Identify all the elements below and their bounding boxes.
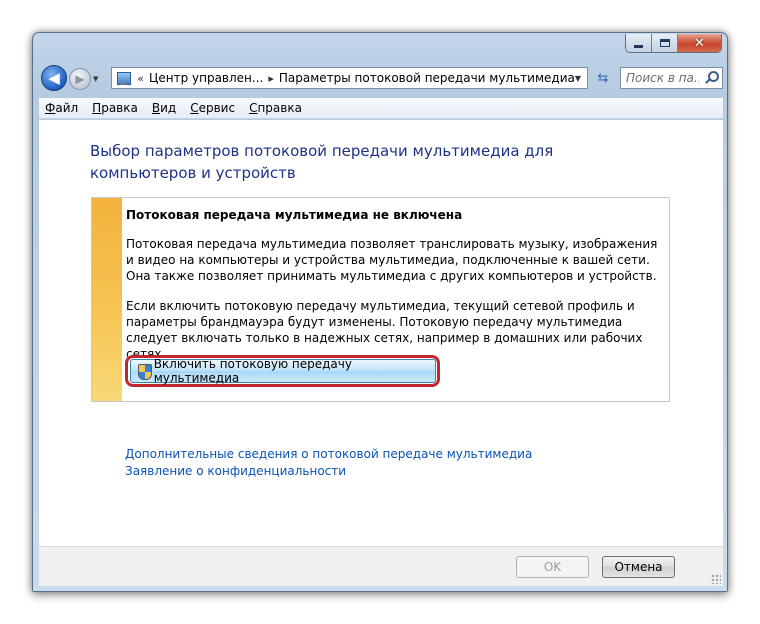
address-dropdown-icon[interactable]: ▼ bbox=[575, 74, 581, 83]
maximize-button[interactable] bbox=[652, 34, 678, 52]
breadcrumb-overflow-icon[interactable]: « bbox=[137, 72, 144, 85]
address-bar[interactable]: « Центр управлен... ▸ Параметры потоково… bbox=[111, 67, 588, 89]
caption-buttons: ✕ bbox=[625, 34, 722, 53]
control-panel-window: ✕ ◀ ▶ ▼ « Центр управлен... ▸ Параметры … bbox=[32, 32, 728, 592]
menu-file[interactable]: Файл bbox=[39, 101, 84, 115]
close-icon: ✕ bbox=[694, 35, 705, 51]
back-button[interactable]: ◀ bbox=[41, 65, 67, 91]
infobox-warning: Если включить потоковую передачу мультим… bbox=[126, 299, 643, 361]
maximize-icon bbox=[659, 39, 670, 47]
forward-button[interactable]: ▶ bbox=[69, 68, 91, 90]
menu-tools[interactable]: Сервис bbox=[184, 101, 241, 115]
forward-arrow-icon: ▶ bbox=[75, 72, 85, 86]
menu-help[interactable]: Справка bbox=[243, 101, 308, 115]
navigation-bar: ◀ ▶ ▼ « Центр управлен... ▸ Параметры по… bbox=[39, 63, 723, 93]
breadcrumb-separator-icon[interactable]: ▸ bbox=[268, 72, 274, 85]
cancel-button[interactable]: Отмена bbox=[602, 556, 675, 578]
resize-grip[interactable] bbox=[711, 574, 721, 584]
more-info-link[interactable]: Дополнительные сведения о потоковой пере… bbox=[125, 446, 532, 463]
infobox-heading: Потоковая передача мультимедиа не включе… bbox=[126, 208, 463, 222]
page-title: Выбор параметров потоковой передачи муль… bbox=[90, 142, 554, 182]
search-input[interactable]: Поиск в па... bbox=[620, 67, 723, 89]
infobox-description: Потоковая передача мультимедиа позволяет… bbox=[126, 237, 658, 283]
refresh-icon: ⇆ bbox=[597, 70, 609, 86]
content-area: Выбор параметров потоковой передачи муль… bbox=[39, 120, 723, 546]
help-links: Дополнительные сведения о потоковой пере… bbox=[125, 446, 532, 480]
back-arrow-icon: ◀ bbox=[48, 69, 60, 87]
menu-bar: Файл Правка Вид Сервис Справка bbox=[39, 98, 723, 119]
minimize-icon bbox=[634, 44, 643, 48]
control-panel-icon bbox=[115, 70, 132, 86]
menu-view[interactable]: Вид bbox=[146, 101, 182, 115]
infobox-body: Потоковая передача мультимедиа не включе… bbox=[126, 198, 661, 362]
privacy-statement-link[interactable]: Заявление о конфиденциальности bbox=[125, 463, 532, 480]
close-button[interactable]: ✕ bbox=[678, 34, 721, 52]
uac-shield-icon bbox=[137, 363, 152, 380]
ok-button[interactable]: OK bbox=[516, 556, 589, 578]
menu-edit[interactable]: Правка bbox=[86, 101, 144, 115]
enable-media-streaming-label: Включить потоковую передачу мультимедиа bbox=[153, 357, 352, 385]
search-icon[interactable] bbox=[704, 71, 719, 85]
warning-stripe bbox=[92, 198, 122, 401]
search-placeholder: Поиск в па... bbox=[626, 71, 699, 85]
enable-media-streaming-button[interactable]: Включить потоковую передачу мультимедиа bbox=[130, 357, 436, 385]
history-dropdown-icon[interactable]: ▼ bbox=[93, 75, 98, 83]
refresh-button[interactable]: ⇆ bbox=[592, 67, 614, 89]
dialog-footer: OK Отмена bbox=[39, 546, 723, 586]
minimize-button[interactable] bbox=[626, 34, 652, 52]
media-streaming-infobox: Потоковая передача мультимедиа не включе… bbox=[91, 197, 670, 402]
breadcrumb-media-streaming[interactable]: Параметры потоковой передачи мультимедиа bbox=[279, 71, 575, 85]
breadcrumb-control-panel[interactable]: Центр управлен... bbox=[149, 71, 263, 85]
